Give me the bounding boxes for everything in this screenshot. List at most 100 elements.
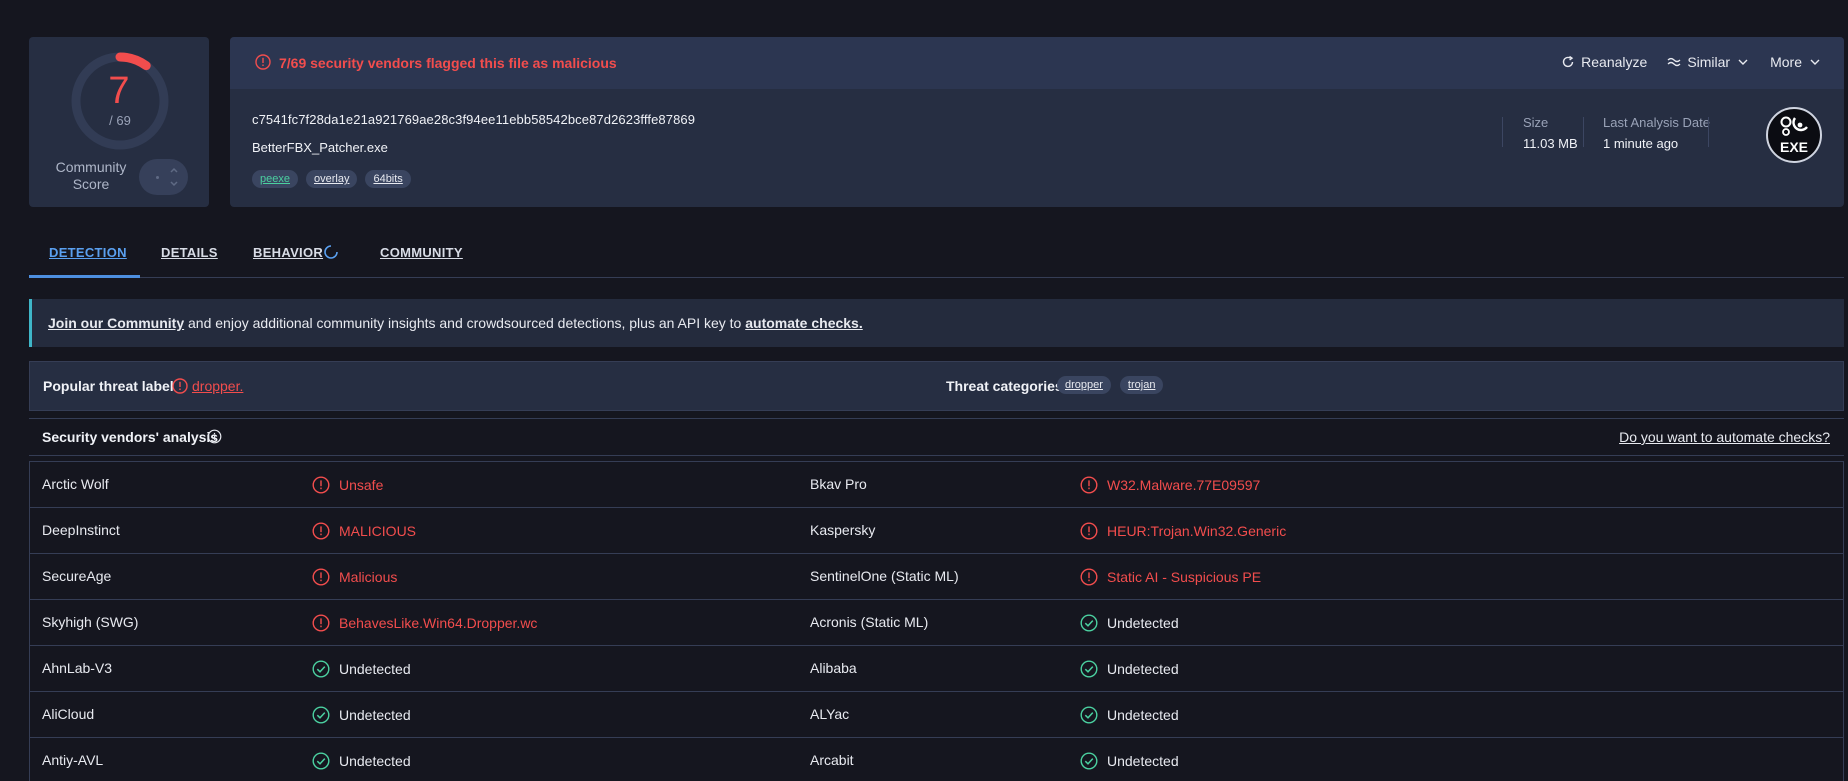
alert-icon [1080, 476, 1098, 494]
info-icon[interactable] [207, 429, 222, 444]
vendor-result: W32.Malware.77E09597 [1080, 476, 1260, 494]
file-type-badge: EXE [1766, 107, 1822, 163]
tab-details[interactable]: DETAILS [161, 245, 218, 260]
check-circle-icon [312, 706, 330, 724]
malicious-flag-message: 7/69 security vendors flagged this file … [279, 55, 617, 71]
more-button[interactable]: More [1770, 54, 1822, 70]
vendor-result-text: Unsafe [339, 477, 384, 493]
vendor-name: SentinelOne (Static ML) [810, 568, 959, 584]
vendor-result-text: Malicious [339, 569, 398, 585]
check-circle-icon [1080, 660, 1098, 678]
vendor-result-text: Undetected [339, 661, 411, 677]
file-info-header: 7/69 security vendors flagged this file … [230, 37, 1844, 89]
loading-spinner-icon [324, 245, 338, 259]
vendor-result: Undetected [312, 752, 411, 770]
vendor-result: BehavesLike.Win64.Dropper.wc [312, 614, 537, 632]
vendor-name: SecureAge [42, 568, 112, 584]
file-actions: Reanalyze Similar More [1561, 54, 1822, 70]
more-label: More [1770, 54, 1802, 70]
tab-detection[interactable]: DETECTION [49, 245, 127, 260]
tab-behavior[interactable]: BEHAVIOR [253, 245, 323, 260]
vendor-result: Undetected [312, 706, 411, 724]
gears-icon [1780, 116, 1808, 136]
vendor-result: HEUR:Trojan.Win32.Generic [1080, 522, 1286, 540]
community-banner: Join our Community and enjoy additional … [29, 299, 1844, 347]
banner-middle-text: and enjoy additional community insights … [184, 315, 746, 331]
chevron-down-icon [1810, 59, 1820, 65]
table-row: Skyhigh (SWG) BehavesLike.Win64.Dropper.w… [30, 600, 1843, 646]
vendor-result-text: Undetected [339, 707, 411, 723]
active-tab-indicator [29, 275, 140, 278]
vendor-name: Alibaba [810, 660, 857, 676]
check-circle-icon [312, 660, 330, 678]
alert-icon [255, 54, 271, 70]
community-vote-toggle[interactable] [139, 159, 188, 195]
threat-categories: dropper trojan [1057, 376, 1164, 394]
similar-icon [1667, 57, 1681, 67]
vendor-result-text: Undetected [1107, 615, 1179, 631]
alert-icon [312, 614, 330, 632]
table-row: Arctic Wolf Unsafe Bkav Pro W32.Malware.77E… [30, 462, 1843, 508]
community-score-dot [156, 176, 159, 179]
vendor-result: Undetected [312, 660, 411, 678]
tag-overlay[interactable]: overlay [305, 170, 358, 188]
vendor-result: Malicious [312, 568, 397, 586]
tabs-bar: DETECTION DETAILS BEHAVIOR COMMUNITY [29, 236, 1844, 278]
table-row: Antiy-AVL Undetected Arcabit Undetected [30, 738, 1843, 781]
automate-checks-question-link[interactable]: Do you want to automate checks? [1619, 429, 1830, 445]
alert-icon [312, 568, 330, 586]
chevron-down-icon [1738, 59, 1748, 65]
alert-icon [1080, 522, 1098, 540]
file-type-label: EXE [1779, 139, 1808, 155]
vendor-name: Antiy-AVL [42, 752, 104, 768]
vendor-name: ALYac [810, 706, 850, 722]
vendor-result-text: Undetected [1107, 707, 1179, 723]
category-trojan[interactable]: trojan [1119, 376, 1164, 394]
tab-community[interactable]: COMMUNITY [380, 245, 463, 260]
file-size: Size 11.03 MB [1523, 115, 1578, 151]
vendor-result-text: MALICIOUS [339, 523, 417, 539]
reanalyze-button[interactable]: Reanalyze [1561, 54, 1647, 70]
similar-button[interactable]: Similar [1667, 54, 1750, 70]
vote-down-icon[interactable] [169, 179, 179, 189]
alert-icon [312, 522, 330, 540]
file-tags: peexe overlay 64bits [252, 170, 411, 188]
last-analysis-date: Last Analysis Date 1 minute ago [1603, 115, 1710, 151]
automate-checks-link[interactable]: automate checks. [745, 315, 863, 331]
vendors-header: Security vendors' analysis Do you want t… [29, 418, 1844, 456]
threat-categories-label: Threat categories [946, 378, 1063, 394]
vendor-result-text: Undetected [1107, 753, 1179, 769]
vendor-result: Unsafe [312, 476, 383, 494]
category-dropper[interactable]: dropper [1057, 376, 1111, 394]
popular-threat-label: Popular threat label [43, 378, 174, 394]
check-circle-icon [1080, 614, 1098, 632]
vendor-result: Undetected [1080, 752, 1179, 770]
vendor-name: AliCloud [42, 706, 95, 722]
vendor-result-text: Undetected [339, 753, 411, 769]
vendor-result-text: BehavesLike.Win64.Dropper.wc [339, 615, 538, 631]
table-row: AhnLab-V3 Undetected Alibaba Undetected [30, 646, 1843, 692]
alert-icon [172, 378, 188, 394]
vendor-result-text: Undetected [1107, 661, 1179, 677]
vendor-name: Acronis (Static ML) [810, 614, 929, 630]
file-hash[interactable]: c7541fc7f28da1e21a921769ae28c3f94ee11ebb… [252, 112, 695, 127]
table-row: SecureAge Malicious SentinelOne (Static ML… [30, 554, 1843, 600]
threat-summary: Popular threat label dropper. Threat cat… [29, 361, 1844, 411]
detection-count: 7 [108, 70, 130, 112]
vendor-result-text: W32.Malware.77E09597 [1107, 477, 1261, 493]
check-circle-icon [1080, 706, 1098, 724]
vote-up-icon[interactable] [169, 165, 179, 175]
vendor-name: Arcabit [810, 752, 854, 768]
vendor-result-text: Static AI - Suspicious PE [1107, 569, 1262, 585]
community-score-label: Community Score [55, 159, 127, 192]
table-row: AliCloud Undetected ALYac Undetected [30, 692, 1843, 738]
tag-peexe[interactable]: peexe [252, 170, 298, 188]
vendor-result: Undetected [1080, 614, 1179, 632]
tag-64bits[interactable]: 64bits [365, 170, 411, 188]
vendor-name: DeepInstinct [42, 522, 120, 538]
alert-icon [312, 476, 330, 494]
join-community-link[interactable]: Join our Community [48, 315, 184, 331]
check-circle-icon [1080, 752, 1098, 770]
popular-threat-value[interactable]: dropper. [192, 378, 243, 394]
vendor-result: MALICIOUS [312, 522, 416, 540]
